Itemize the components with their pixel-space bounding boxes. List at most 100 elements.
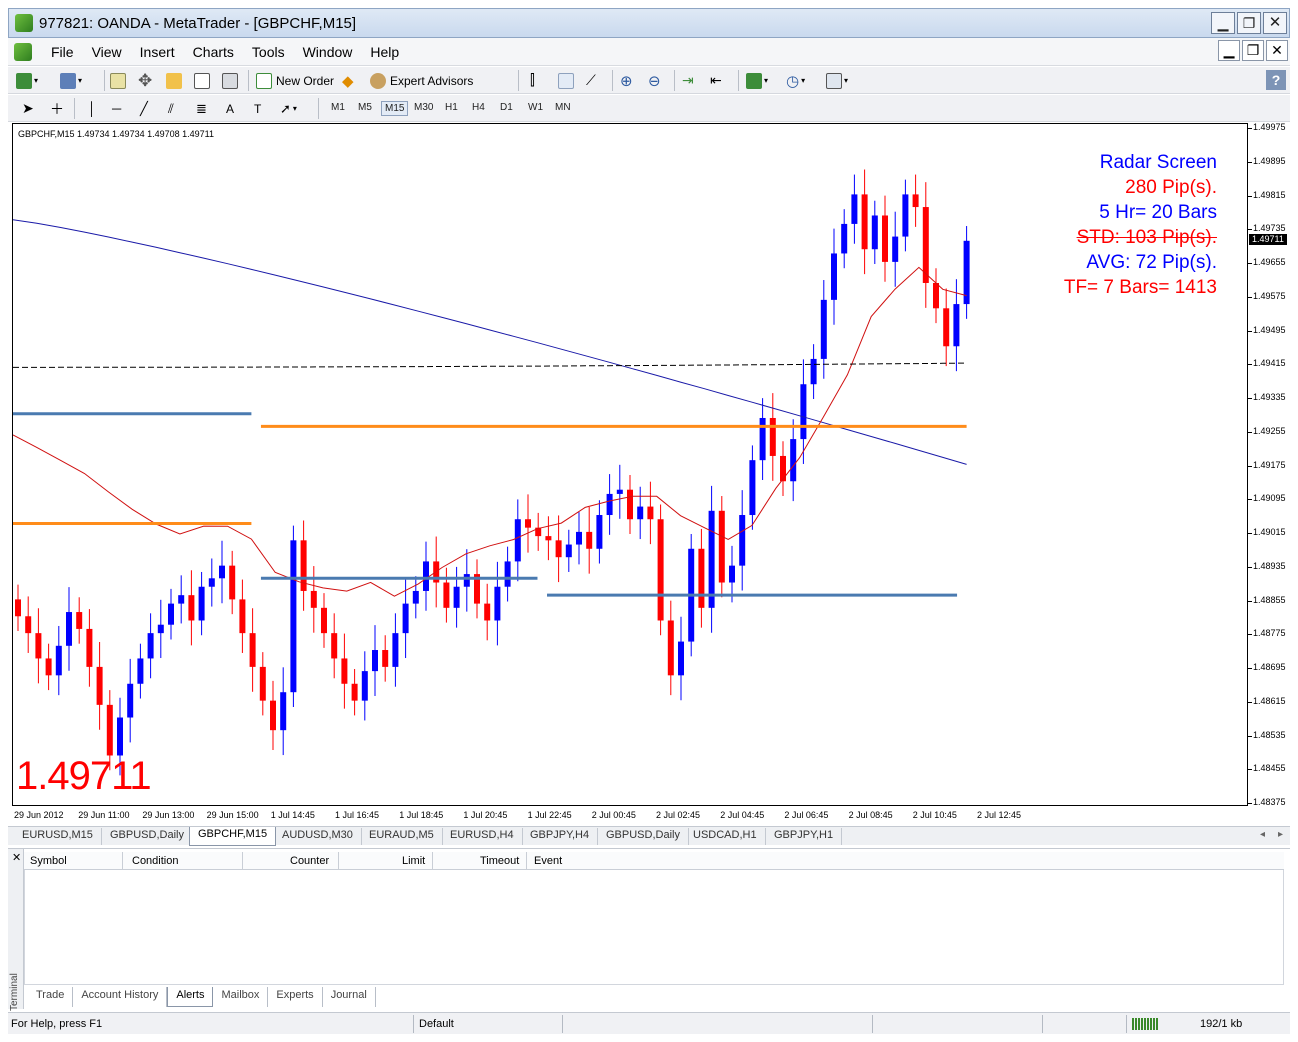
minimize-button[interactable]: ▁ [1211, 12, 1235, 34]
column-event[interactable]: Event [534, 855, 562, 867]
timeframe-m15[interactable]: M15 [381, 101, 409, 116]
tab-scroll-right-icon[interactable]: ▸ [1278, 829, 1283, 840]
candle-body [106, 704, 113, 756]
timeframe-m1[interactable]: M1 [328, 101, 348, 114]
cursor-icon[interactable]: ➤ [22, 99, 34, 118]
new-chart-icon[interactable]: ▾ [16, 71, 38, 90]
new-order-button[interactable]: New Order [256, 71, 334, 90]
candle-body [749, 460, 756, 516]
menu-charts[interactable]: Charts [184, 44, 243, 60]
candle-body [831, 253, 837, 300]
terminal-tab-trade[interactable]: Trade [28, 987, 74, 1007]
timeframe-d1[interactable]: D1 [497, 101, 516, 114]
menu-insert[interactable]: Insert [131, 44, 184, 60]
menu-view[interactable]: View [83, 44, 131, 60]
menu-file[interactable]: File [42, 44, 83, 60]
zoom-out-icon[interactable]: ⊖ [648, 71, 661, 90]
time-tick-label: 29 Jun 11:00 [78, 810, 130, 820]
navigator-icon[interactable] [166, 71, 182, 90]
candle-body [820, 299, 827, 359]
data-window-icon[interactable]: ✥ [138, 71, 152, 90]
text-label-icon[interactable]: T [254, 99, 261, 118]
price-tick-label: 1.48935 [1253, 560, 1286, 571]
chart-tab-audusd-m30[interactable]: AUDUSD,M30 [274, 828, 362, 845]
help-question-icon[interactable]: ? [1266, 70, 1286, 90]
channel-icon[interactable]: ⫽ [168, 99, 174, 118]
profiles-icon[interactable]: ▾ [60, 71, 82, 90]
chart-minimize-button[interactable]: ▁ [1218, 40, 1240, 61]
price-axis[interactable]: 1.49975 1.49895 1.49815 1.49735 1.49655 1.495… [1248, 122, 1298, 807]
terminal-tab-mailbox[interactable]: Mailbox [213, 987, 269, 1007]
chart-tab-gbpjpy-h4[interactable]: GBPJPY,H4 [522, 828, 599, 845]
terminal-tab-journal[interactable]: Journal [323, 987, 376, 1007]
restore-button[interactable]: ❐ [1237, 12, 1261, 34]
timeframe-h1[interactable]: H1 [442, 101, 461, 114]
vertical-line-icon[interactable]: │ [88, 99, 96, 118]
terminal-close-icon[interactable]: ✕ [12, 851, 21, 864]
column-counter[interactable]: Counter [290, 855, 329, 867]
candle-body [117, 717, 123, 756]
templates-icon[interactable]: ▾ [826, 71, 848, 90]
candle-body [351, 683, 358, 701]
timeframe-mn[interactable]: MN [552, 101, 574, 114]
chart-close-button[interactable]: ✕ [1266, 40, 1288, 61]
crosshair-icon[interactable]: ＋ [50, 99, 64, 118]
candle-body [739, 515, 746, 566]
terminal-tab-alerts[interactable]: Alerts [167, 987, 214, 1007]
periods-clock-icon[interactable]: ◷ ▾ [786, 71, 805, 90]
chart-tab-gbpjpy-h1[interactable]: GBPJPY,H1 [766, 828, 843, 845]
horizontal-line-icon[interactable]: ─ [112, 99, 121, 118]
timeframe-h4[interactable]: H4 [469, 101, 488, 114]
menu-help[interactable]: Help [361, 44, 408, 60]
time-axis[interactable]: 29 Jun 2012 29 Jun 11:00 29 Jun 13:00 29 Ju… [12, 806, 1248, 824]
bar-chart-icon[interactable]: ⫿ [530, 71, 535, 90]
timeframe-m5[interactable]: M5 [355, 101, 375, 114]
column-symbol[interactable]: Symbol [30, 855, 67, 867]
chart-tab-euraud-m5[interactable]: EURAUD,M5 [361, 828, 443, 845]
zoom-in-icon[interactable]: ⊕ [620, 71, 633, 90]
strategy-tester-icon[interactable] [222, 71, 238, 90]
price-tick [1248, 701, 1252, 703]
timeframe-m30[interactable]: M30 [411, 101, 436, 114]
candlestick-icon[interactable] [558, 71, 574, 90]
chart-window-icon[interactable] [14, 43, 32, 61]
candle-body [708, 510, 715, 608]
menu-bar: File View Insert Charts Tools Window Hel… [8, 38, 1290, 66]
trendline-icon[interactable]: ╱ [140, 99, 148, 118]
chart-tab-gbpusd-daily[interactable]: GBPUSD,Daily [102, 828, 193, 845]
column-condition[interactable]: Condition [132, 855, 178, 867]
price-chart[interactable]: GBPCHF,M15 1.49734 1.49734 1.49708 1.497… [12, 123, 1248, 806]
price-tick [1248, 128, 1252, 129]
expert-advisors-button[interactable]: Expert Advisors [370, 71, 473, 90]
menu-tools[interactable]: Tools [243, 44, 294, 60]
chart-tab-eurusd-h4[interactable]: EURUSD,H4 [442, 828, 523, 845]
candle-body [729, 565, 735, 583]
candle-body [147, 633, 154, 659]
column-timeout[interactable]: Timeout [480, 855, 519, 867]
menu-window[interactable]: Window [294, 44, 362, 60]
terminal-tab-account-history[interactable]: Account History [73, 987, 168, 1007]
line-chart-icon[interactable]: ⟋ [586, 71, 596, 90]
alerts-list[interactable] [24, 870, 1284, 985]
warning-icon[interactable]: ◆ [342, 71, 354, 90]
timeframe-w1[interactable]: W1 [525, 101, 546, 114]
chart-shift-icon[interactable]: ⇤ [710, 71, 722, 90]
chart-tab-eurusd-m15[interactable]: EURUSD,M15 [14, 828, 102, 845]
terminal-icon[interactable] [194, 71, 210, 90]
chart-tab-usdcad-h1[interactable]: USDCAD,H1 [685, 828, 766, 845]
arrows-icon[interactable]: ➚ ▾ [280, 99, 297, 118]
indicators-icon[interactable]: ▾ [746, 71, 768, 90]
tab-scroll-left-icon[interactable]: ◂ [1260, 829, 1265, 840]
text-tool-icon[interactable]: A [226, 99, 234, 118]
close-button[interactable]: ✕ [1263, 12, 1287, 34]
chart-tab-gbpusd-daily-2[interactable]: GBPUSD,Daily [598, 828, 689, 845]
terminal-tab-experts[interactable]: Experts [268, 987, 323, 1007]
auto-scroll-icon[interactable]: ⇥ [682, 71, 694, 90]
chart-tab-gbpchf-m15[interactable]: GBPCHF,M15 [189, 827, 277, 846]
candlestick-plot[interactable] [13, 124, 1248, 806]
market-watch-icon[interactable] [110, 71, 126, 90]
fibonacci-icon[interactable]: ≣ [196, 99, 207, 118]
column-limit[interactable]: Limit [402, 855, 425, 867]
chart-restore-button[interactable]: ❐ [1242, 40, 1264, 61]
candle-body [45, 658, 52, 676]
